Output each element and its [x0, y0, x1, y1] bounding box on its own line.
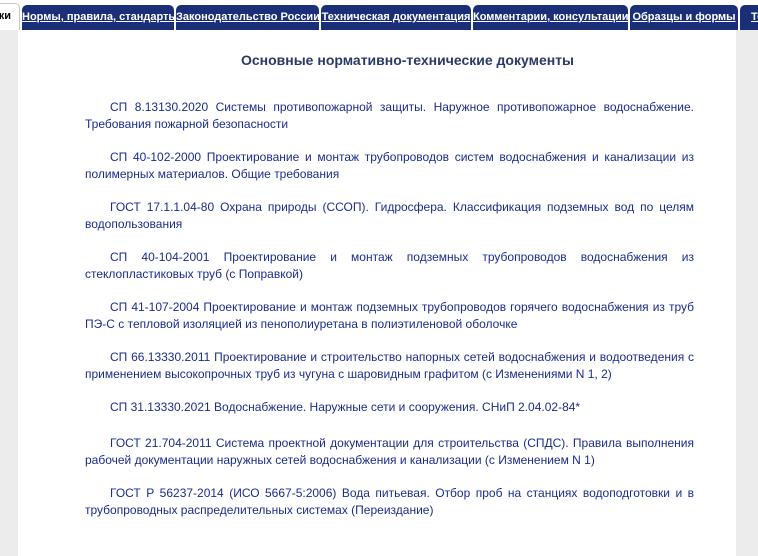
page-title: Основные нормативно-технические документ… — [240, 52, 575, 68]
tab-bar: ки Нормы, правила, стандарты Законодател… — [0, 0, 758, 30]
document-link[interactable]: ГОСТ Р 56237-2014 (ИСО 5667-5:2006) Вода… — [85, 485, 694, 519]
document-link[interactable]: СП 41-107-2004 Проектирование и монтаж п… — [85, 299, 694, 333]
document-link[interactable]: СП 31.13330.2021 Водоснабжение. Наружные… — [85, 399, 694, 416]
document-link[interactable]: ГОСТ 21.704-2011 Система проектной докум… — [85, 435, 694, 469]
document-link[interactable]: СП 8.13130.2020 Системы противопожарной … — [85, 99, 694, 133]
tab-legislation[interactable]: Законодательство России — [176, 5, 319, 30]
tab-comments[interactable]: Комментарии, консультации — [473, 5, 628, 30]
tab-label: Техническая документация — [321, 11, 471, 23]
tab-tech-docs[interactable]: Техническая документация — [321, 5, 471, 30]
tab-label: Образцы и формы — [632, 11, 736, 23]
tab-partial-next[interactable]: Те — [740, 5, 758, 30]
document-link[interactable]: СП 66.13330.2011 Проектирование и строит… — [85, 349, 694, 383]
document-link[interactable]: ГОСТ 17.1.1.04-80 Охрана природы (ССОП).… — [85, 199, 694, 233]
document-link[interactable]: СП 40-104-2001 Проектирование и монтаж п… — [85, 249, 694, 283]
tab-norms[interactable]: Нормы, правила, стандарты — [22, 5, 174, 30]
document-list: СП 8.13130.2020 Системы противопожарной … — [85, 99, 694, 535]
tab-label: Комментарии, консультации — [473, 11, 628, 23]
document-link[interactable]: СП 40-102-2000 Проектирование и монтаж т… — [85, 149, 694, 183]
tab-forms[interactable]: Образцы и формы — [630, 5, 738, 30]
tab-label: Те — [751, 11, 758, 23]
tab-label: Законодательство России — [176, 11, 319, 23]
tab-label: ки — [0, 10, 11, 22]
tab-partial-active[interactable]: ки — [0, 3, 20, 30]
content-panel: Основные нормативно-технические документ… — [18, 30, 736, 556]
tab-label: Нормы, правила, стандарты — [22, 11, 174, 23]
